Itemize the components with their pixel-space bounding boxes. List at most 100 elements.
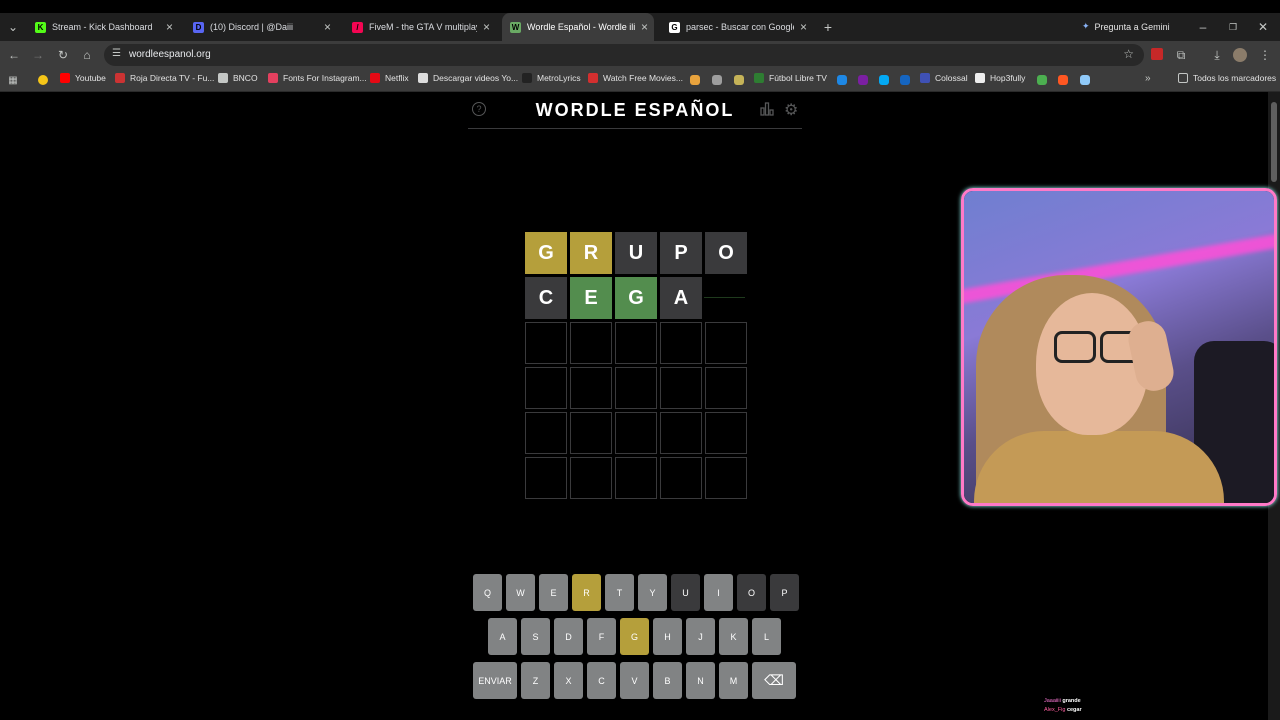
download-icon[interactable]: ⤓ — [1209, 47, 1225, 63]
tab-close-icon[interactable]: × — [641, 20, 648, 34]
key-g[interactable]: G — [620, 618, 649, 655]
tab-close-icon[interactable]: × — [483, 20, 490, 34]
all-bookmarks-folder[interactable]: Todos los marcadores — [1178, 73, 1276, 83]
bookmark-item[interactable]: MetroLyrics — [522, 73, 581, 83]
forward-button[interactable]: → — [30, 47, 46, 63]
key-x[interactable]: X — [554, 662, 583, 699]
key-i[interactable]: I — [704, 574, 733, 611]
key-w[interactable]: W — [506, 574, 535, 611]
key-h[interactable]: H — [653, 618, 682, 655]
bookmark-label: Netflix — [385, 73, 409, 83]
bookmark-star-icon[interactable]: ☆ — [1123, 47, 1134, 61]
menu-kebab-icon[interactable]: ⋮ — [1257, 47, 1273, 63]
key-z[interactable]: Z — [521, 662, 550, 699]
bookmark-shortcut-icon[interactable] — [690, 75, 700, 85]
bookmark-shortcut-icon[interactable] — [734, 75, 744, 85]
bookmark-item[interactable]: Youtube — [60, 73, 106, 83]
board-tile — [705, 412, 747, 454]
bookmark-shortcut-icon[interactable] — [879, 75, 889, 85]
key-d[interactable]: D — [554, 618, 583, 655]
bookmark-item[interactable]: Fútbol Libre TV — [754, 73, 827, 83]
board-tile — [615, 322, 657, 364]
key-u[interactable]: U — [671, 574, 700, 611]
restore-button[interactable]: ❐ — [1225, 19, 1241, 35]
key-k[interactable]: K — [719, 618, 748, 655]
chat-message: Jaaaiiii grande — [1044, 697, 1082, 706]
key-b[interactable]: B — [653, 662, 682, 699]
bookmark-shortcut-icon[interactable] — [1037, 75, 1047, 85]
bookmark-item[interactable]: BNCO — [218, 73, 258, 83]
extensions-puzzle-icon[interactable]: ⧉ — [1173, 47, 1189, 63]
key-a[interactable]: A — [488, 618, 517, 655]
address-bar[interactable]: ☰ wordleespanol.org ☆ — [104, 44, 1144, 66]
bookmark-shortcut-icon[interactable] — [712, 75, 722, 85]
bookmark-item[interactable]: Descargar videos Yo... — [418, 73, 518, 83]
board-tile — [660, 457, 702, 499]
board-tile — [660, 322, 702, 364]
emoji-bookmark-icon[interactable] — [38, 75, 48, 85]
board-tile — [570, 412, 612, 454]
scrollbar-thumb[interactable] — [1271, 102, 1277, 182]
enter-key[interactable]: ENVIAR — [473, 662, 517, 699]
back-button[interactable]: ← — [6, 47, 22, 63]
key-f[interactable]: F — [587, 618, 616, 655]
bookmark-item[interactable]: Watch Free Movies... — [588, 73, 683, 83]
key-s[interactable]: S — [521, 618, 550, 655]
bookmark-item[interactable]: Fonts For Instagram... — [268, 73, 367, 83]
site-info-icon[interactable]: ☰ — [112, 48, 121, 59]
apps-grid-icon[interactable]: ▦ — [5, 72, 21, 88]
key-y[interactable]: Y — [638, 574, 667, 611]
browser-tab[interactable]: W Wordle Español - Wordle ilimit × — [502, 13, 654, 41]
key-r[interactable]: R — [572, 574, 601, 611]
key-j[interactable]: J — [686, 618, 715, 655]
browser-tab[interactable]: D (10) Discord | @Daiii × — [185, 13, 337, 41]
browser-tab[interactable]: / FiveM - the GTA V multiplayer × — [344, 13, 496, 41]
bookmark-item[interactable]: Colossal — [920, 73, 968, 83]
key-t[interactable]: T — [605, 574, 634, 611]
window-close-button[interactable]: ✕ — [1255, 19, 1271, 35]
tab-close-icon[interactable]: × — [324, 20, 331, 34]
backspace-key[interactable]: ⌫ — [752, 662, 796, 699]
board-tile — [525, 457, 567, 499]
key-c[interactable]: C — [587, 662, 616, 699]
tab-search-icon[interactable]: ⌄ — [5, 19, 21, 35]
new-tab-button[interactable]: + — [820, 19, 836, 35]
tab-title: (10) Discord | @Daiii — [210, 22, 293, 32]
key-p[interactable]: P — [770, 574, 799, 611]
gemini-button[interactable]: ✦ Pregunta a Gemini — [1082, 21, 1170, 32]
key-n[interactable]: N — [686, 662, 715, 699]
bookmark-label: Fútbol Libre TV — [769, 73, 827, 83]
reload-button[interactable]: ↻ — [55, 47, 71, 63]
stats-chart-icon[interactable] — [760, 102, 774, 116]
browser-tab[interactable]: Gparsec - Buscar con Google × — [661, 13, 813, 41]
key-m[interactable]: M — [719, 662, 748, 699]
wordle-header: ? WORDLE ESPAÑOL ⚙ — [468, 96, 802, 129]
board-tile: O — [705, 232, 747, 274]
bookmark-item[interactable]: Hop3fully — [975, 73, 1025, 83]
bookmark-item[interactable]: Roja Directa TV - Fu... — [115, 73, 214, 83]
minimize-button[interactable]: – — [1195, 19, 1211, 35]
bookmark-shortcut-icon[interactable] — [1058, 75, 1068, 85]
key-v[interactable]: V — [620, 662, 649, 699]
home-button[interactable]: ⌂ — [79, 47, 95, 63]
tab-close-icon[interactable]: × — [166, 20, 173, 34]
bookmark-item[interactable]: Netflix — [370, 73, 409, 83]
bookmark-shortcut-icon[interactable] — [1080, 75, 1090, 85]
key-o[interactable]: O — [737, 574, 766, 611]
bookmark-shortcut-icon[interactable] — [900, 75, 910, 85]
profile-avatar[interactable] — [1233, 48, 1247, 62]
key-l[interactable]: L — [752, 618, 781, 655]
key-q[interactable]: Q — [473, 574, 502, 611]
key-e[interactable]: E — [539, 574, 568, 611]
bookmark-shortcut-icon[interactable] — [837, 75, 847, 85]
settings-gear-icon[interactable]: ⚙ — [784, 100, 798, 120]
google-icon: G — [669, 21, 680, 33]
browser-tab[interactable]: K Stream - Kick Dashboard × — [27, 13, 179, 41]
bookmark-shortcut-icon[interactable] — [858, 75, 868, 85]
extension-icon[interactable] — [1151, 48, 1163, 60]
bookmark-favicon-icon — [370, 73, 380, 83]
more-bookmarks-icon[interactable]: » — [1145, 73, 1151, 84]
tab-close-icon[interactable]: × — [800, 20, 807, 34]
streamer-face — [1036, 293, 1148, 435]
bookmark-favicon-icon — [920, 73, 930, 83]
